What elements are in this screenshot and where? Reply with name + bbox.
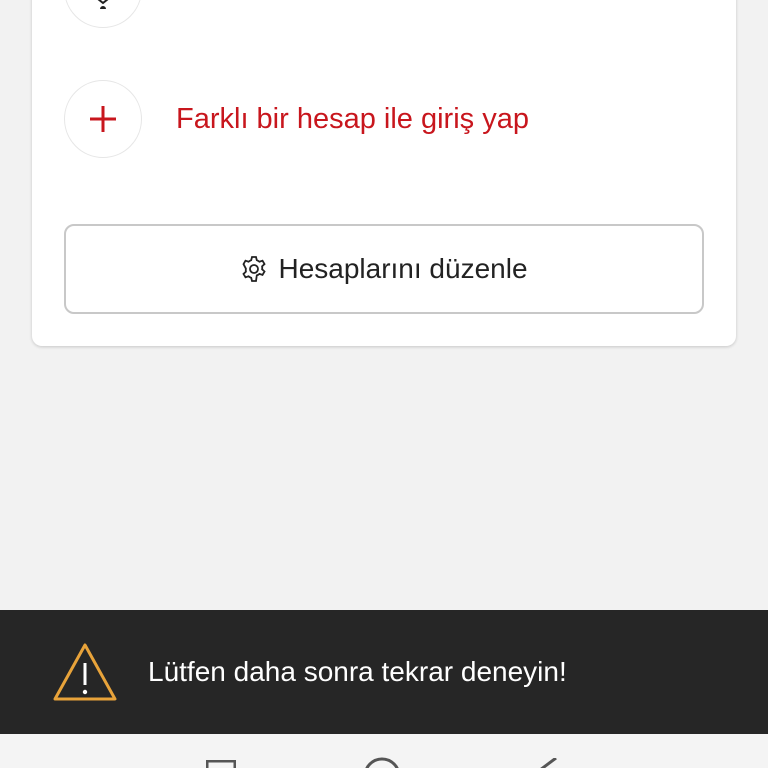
account-icon-circle <box>64 0 142 28</box>
back-icon[interactable] <box>536 758 560 768</box>
plus-icon <box>90 106 116 132</box>
warning-triangle-icon <box>53 643 117 701</box>
edit-accounts-label: Hesaplarını düzenle <box>278 253 528 284</box>
recent-apps-icon[interactable] <box>206 760 236 768</box>
account-item-current[interactable]: 5319491843 <box>64 0 367 28</box>
account-number: 5319491843 <box>176 0 367 6</box>
edit-accounts-button[interactable]: Hesaplarını düzenle <box>64 224 704 314</box>
home-icon[interactable] <box>362 756 402 768</box>
add-icon-circle <box>64 80 142 158</box>
toast-message: Lütfen daha sonra tekrar deneyin! <box>148 656 567 687</box>
sim-card-icon <box>97 0 109 9</box>
accounts-card: 5319491843 Farklı bir hesap ile giriş ya… <box>32 0 736 346</box>
add-account-label: Farklı bir hesap ile giriş yap <box>176 102 529 135</box>
system-navigation-bar <box>0 734 768 768</box>
add-account-item[interactable]: Farklı bir hesap ile giriş yap <box>64 80 529 158</box>
gear-icon <box>242 256 267 282</box>
error-toast: Lütfen daha sonra tekrar deneyin! <box>0 610 768 734</box>
